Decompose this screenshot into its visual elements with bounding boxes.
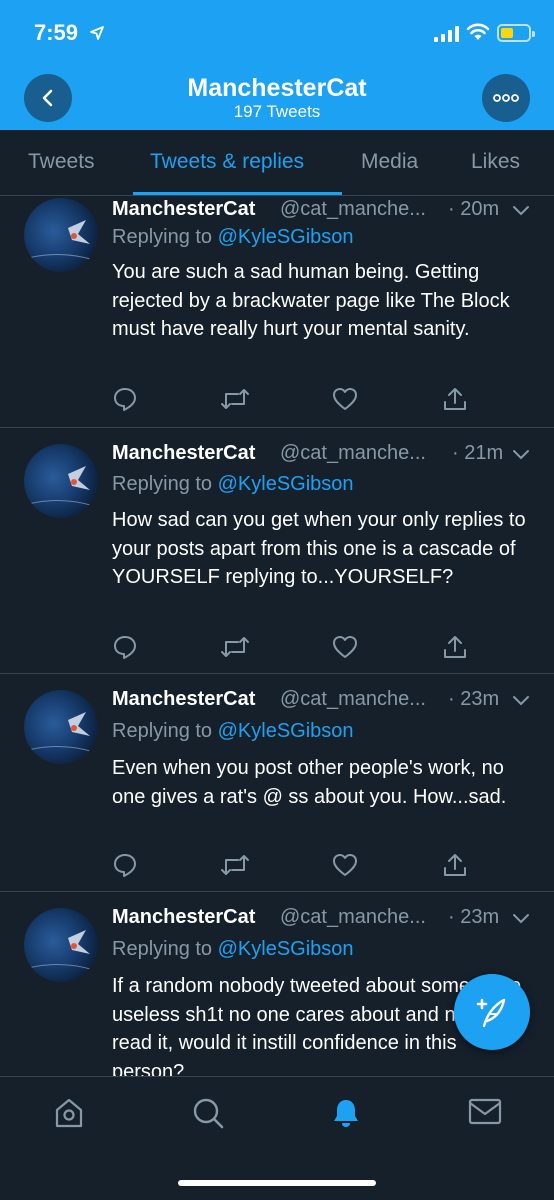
avatar-image: [27, 220, 95, 261]
cellular-signal-icon: [434, 26, 459, 42]
avatar-image: [27, 930, 95, 971]
mention-link[interactable]: @KyleSGibson: [218, 473, 354, 495]
tweet-item[interactable]: ManchesterCat @cat_manche... · 20m Reply…: [0, 196, 554, 428]
mention-link[interactable]: @KyleSGibson: [218, 226, 354, 248]
location-arrow-icon: [90, 26, 104, 40]
tweet-author-handle[interactable]: @cat_manche...: [280, 688, 426, 711]
status-time: 7:59: [34, 20, 79, 45]
more-options-button[interactable]: [482, 74, 530, 122]
bell-icon[interactable]: [330, 1097, 362, 1129]
tab-media[interactable]: Media: [361, 150, 418, 174]
tweet-author-name[interactable]: ManchesterCat: [112, 906, 255, 929]
tweet-item[interactable]: ManchesterCat @cat_manche... · 23m Reply…: [0, 674, 554, 892]
reply-icon[interactable]: [112, 852, 138, 878]
tab-tweets-and-replies[interactable]: Tweets & replies: [150, 150, 304, 174]
avatar[interactable]: [24, 444, 98, 518]
search-icon[interactable]: [192, 1097, 224, 1129]
avatar[interactable]: [24, 198, 98, 272]
tweet-actions: [112, 634, 512, 664]
replying-to: Replying to @KyleSGibson: [112, 473, 354, 496]
tweet-author-name[interactable]: ManchesterCat: [112, 198, 255, 221]
tweet-text: How sad can you get when your only repli…: [112, 509, 526, 588]
share-icon[interactable]: [442, 386, 468, 412]
tweet-time: · 21m: [452, 442, 504, 464]
tweet-actions: [112, 852, 512, 882]
mail-icon[interactable]: [468, 1097, 502, 1127]
tab-tweets[interactable]: Tweets: [28, 150, 95, 174]
more-dots-icon: [493, 94, 519, 102]
tweet-time: · 23m: [448, 906, 500, 928]
active-tab-indicator: [133, 192, 342, 195]
wifi-icon: [466, 23, 490, 40]
tweet-time: · 20m: [448, 198, 500, 220]
tweet-author-name[interactable]: ManchesterCat: [112, 442, 255, 465]
tweet-author-handle[interactable]: @cat_manche...: [280, 198, 426, 221]
share-icon[interactable]: [442, 852, 468, 878]
tweet-text: Even when you post other people's work, …: [112, 757, 507, 808]
avatar[interactable]: [24, 690, 98, 764]
compose-tweet-button[interactable]: [454, 974, 530, 1050]
profile-name: ManchesterCat: [187, 74, 367, 102]
mention-link[interactable]: @KyleSGibson: [218, 938, 354, 960]
tweet-time: · 23m: [448, 688, 500, 710]
retweet-icon[interactable]: [220, 386, 250, 412]
tab-likes[interactable]: Likes: [471, 150, 520, 174]
tweet-author-handle[interactable]: @cat_manche...: [280, 442, 426, 465]
replying-to-label: Replying to: [112, 720, 218, 742]
heart-icon[interactable]: [332, 634, 358, 660]
home-icon[interactable]: [54, 1097, 84, 1129]
compose-feather-icon: [476, 998, 506, 1028]
heart-icon[interactable]: [332, 852, 358, 878]
avatar[interactable]: [24, 908, 98, 982]
replying-to-label: Replying to: [112, 473, 218, 495]
replying-to: Replying to @KyleSGibson: [112, 720, 354, 743]
tweet-actions: [112, 386, 512, 416]
retweet-icon[interactable]: [220, 634, 250, 660]
replying-to: Replying to @KyleSGibson: [112, 938, 354, 961]
avatar-image: [27, 466, 95, 507]
status-bar: 7:59: [0, 0, 554, 66]
tweet-text: You are such a sad human being. Getting …: [112, 261, 510, 340]
replying-to-label: Replying to: [112, 226, 218, 248]
heart-icon[interactable]: [332, 386, 358, 412]
share-icon[interactable]: [442, 634, 468, 660]
chevron-down-icon[interactable]: [512, 204, 530, 216]
reply-icon[interactable]: [112, 634, 138, 660]
chevron-down-icon[interactable]: [512, 912, 530, 924]
chevron-down-icon[interactable]: [512, 448, 530, 460]
mention-link[interactable]: @KyleSGibson: [218, 720, 354, 742]
profile-header: 7:59 ManchesterCat 197 Tweets: [0, 0, 554, 130]
home-indicator: [178, 1180, 376, 1186]
battery-icon: [497, 24, 535, 42]
replying-to-label: Replying to: [112, 938, 218, 960]
replying-to: Replying to @KyleSGibson: [112, 226, 354, 249]
tweet-author-handle[interactable]: @cat_manche...: [280, 906, 426, 929]
tweet-item[interactable]: ManchesterCat @cat_manche... · 21m Reply…: [0, 428, 554, 674]
profile-tabs: Tweets Tweets & replies Media Likes: [0, 130, 554, 196]
avatar-image: [27, 712, 95, 753]
reply-icon[interactable]: [112, 386, 138, 412]
tweet-author-name[interactable]: ManchesterCat: [112, 688, 255, 711]
tweet-count: 197 Tweets: [233, 102, 321, 121]
chevron-down-icon[interactable]: [512, 694, 530, 706]
retweet-icon[interactable]: [220, 852, 250, 878]
